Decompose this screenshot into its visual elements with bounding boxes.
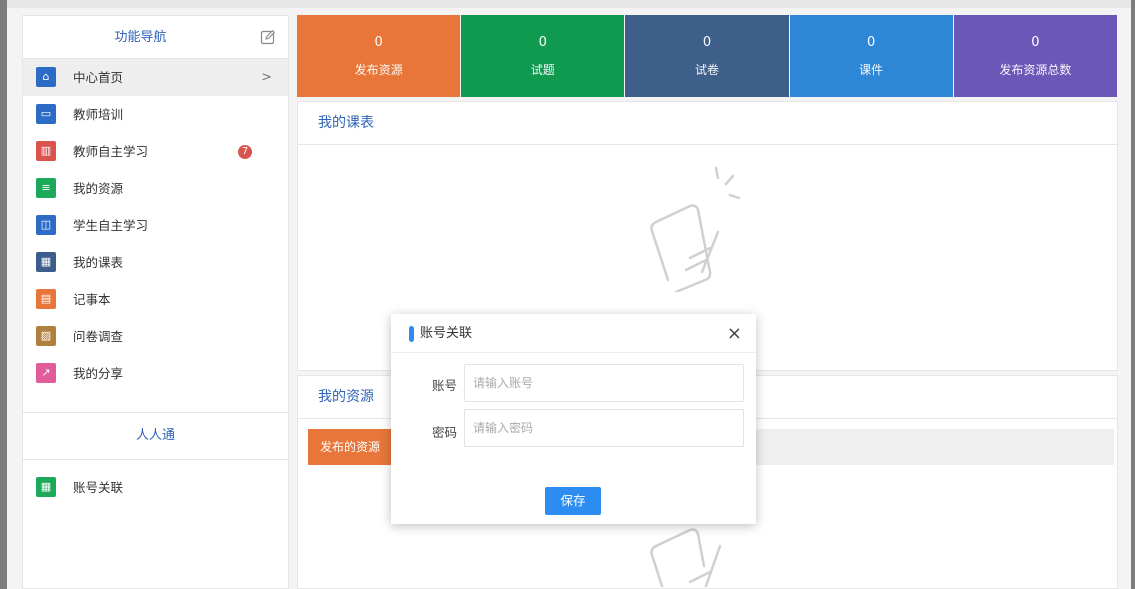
sidebar-item-label: 问卷调查 — [73, 329, 124, 344]
sidebar-item[interactable]: ▥ 教师自主学习 7 — [23, 133, 288, 170]
tab-published-resources[interactable]: 发布的资源 — [308, 429, 393, 465]
sidebar-item-label: 我的资源 — [73, 181, 124, 196]
stat-tile[interactable]: 0 试题 — [461, 15, 625, 97]
stat-tiles: 0 发布资源 0 试题 0 试卷 0 课件 0 发布资源总数 — [297, 15, 1118, 97]
sidebar-item[interactable]: ◫ 学生自主学习 — [23, 207, 288, 244]
sidebar-item-label: 中心首页 — [73, 70, 124, 85]
stat-tile[interactable]: 0 发布资源 — [297, 15, 461, 97]
stat-label: 试题 — [530, 63, 555, 77]
dialog-title: 账号关联 — [420, 326, 473, 341]
reader-icon: ◫ — [36, 215, 56, 235]
sidebar-item[interactable]: ▭ 教师培训 — [23, 96, 288, 133]
dialog-header: 账号关联 × — [391, 314, 756, 353]
sidebar-item-label: 我的分享 — [73, 366, 124, 381]
password-input[interactable] — [464, 409, 744, 447]
monitor-icon: ▭ — [36, 104, 56, 124]
sidebar-header: 功能导航 — [23, 16, 288, 59]
edit-icon[interactable] — [260, 29, 276, 45]
sidebar-item[interactable]: ⌂ 中心首页 > — [23, 59, 288, 96]
table-icon: ▦ — [36, 477, 56, 497]
sidebar-item-label: 教师培训 — [73, 107, 124, 122]
top-band — [7, 0, 1131, 8]
document-icon: ≡ — [36, 178, 56, 198]
dialog-accent-bar — [409, 326, 414, 342]
password-label: 密码 — [431, 425, 457, 440]
sidebar-item[interactable]: ▨ 问卷调查 — [23, 318, 288, 355]
book-open-icon: ▥ — [36, 141, 56, 161]
count-badge: 7 — [238, 145, 252, 159]
home-icon: ⌂ — [36, 67, 56, 87]
sidebar-section-title: 人人通 — [135, 428, 175, 443]
share-icon: ↗ — [36, 363, 56, 383]
sidebar: 功能导航 ⌂ 中心首页 > ▭ 教师培训 ▥ 教师自主学习 7 ≡ 我的资源 ◫ 学生自主学习 ▦ 我的课… — [22, 15, 289, 589]
stat-value: 0 — [374, 35, 383, 50]
stat-label: 课件 — [859, 63, 884, 77]
stat-label: 发布资源总数 — [999, 63, 1072, 77]
empty-state-icon — [650, 166, 741, 292]
grid-icon: ▦ — [36, 252, 56, 272]
sidebar-item-label: 学生自主学习 — [73, 218, 149, 233]
sidebar-item[interactable]: ▦ 账号关联 — [23, 469, 288, 506]
sidebar-item-label: 账号关联 — [73, 480, 124, 495]
account-link-dialog: 账号关联 × 账号 密码 保存 — [391, 314, 756, 524]
account-input[interactable] — [464, 364, 744, 402]
stat-label: 试卷 — [694, 63, 719, 77]
empty-state-icon-2 — [650, 516, 722, 588]
chevron-right-icon: > — [261, 70, 272, 85]
stat-tile[interactable]: 0 试卷 — [625, 15, 789, 97]
stat-tile[interactable]: 0 发布资源总数 — [953, 15, 1117, 97]
notepad-icon: ▤ — [36, 289, 56, 309]
sidebar-section-header: 人人通 — [23, 412, 288, 460]
stat-value: 0 — [538, 35, 547, 50]
schedule-title: 我的课表 — [298, 102, 1117, 145]
sidebar-item-label: 记事本 — [73, 292, 111, 307]
sidebar-item[interactable]: ▦ 我的课表 — [23, 244, 288, 281]
stat-tile[interactable]: 0 课件 — [789, 15, 953, 97]
sidebar-item-label: 教师自主学习 — [73, 144, 149, 159]
sidebar-item[interactable]: ≡ 我的资源 — [23, 170, 288, 207]
sidebar-item-label: 我的课表 — [73, 255, 124, 270]
stat-value: 0 — [1031, 35, 1040, 50]
account-label: 账号 — [431, 378, 457, 393]
sidebar-item[interactable]: ▤ 记事本 — [23, 281, 288, 318]
survey-icon: ▨ — [36, 326, 56, 346]
sidebar-title: 功能导航 — [114, 30, 167, 45]
stat-value: 0 — [867, 35, 876, 50]
save-button[interactable]: 保存 — [545, 487, 601, 515]
stat-label: 发布资源 — [354, 63, 403, 77]
stat-value: 0 — [702, 35, 712, 50]
sidebar-item[interactable]: ↗ 我的分享 — [23, 355, 288, 392]
close-icon[interactable]: × — [727, 314, 742, 353]
